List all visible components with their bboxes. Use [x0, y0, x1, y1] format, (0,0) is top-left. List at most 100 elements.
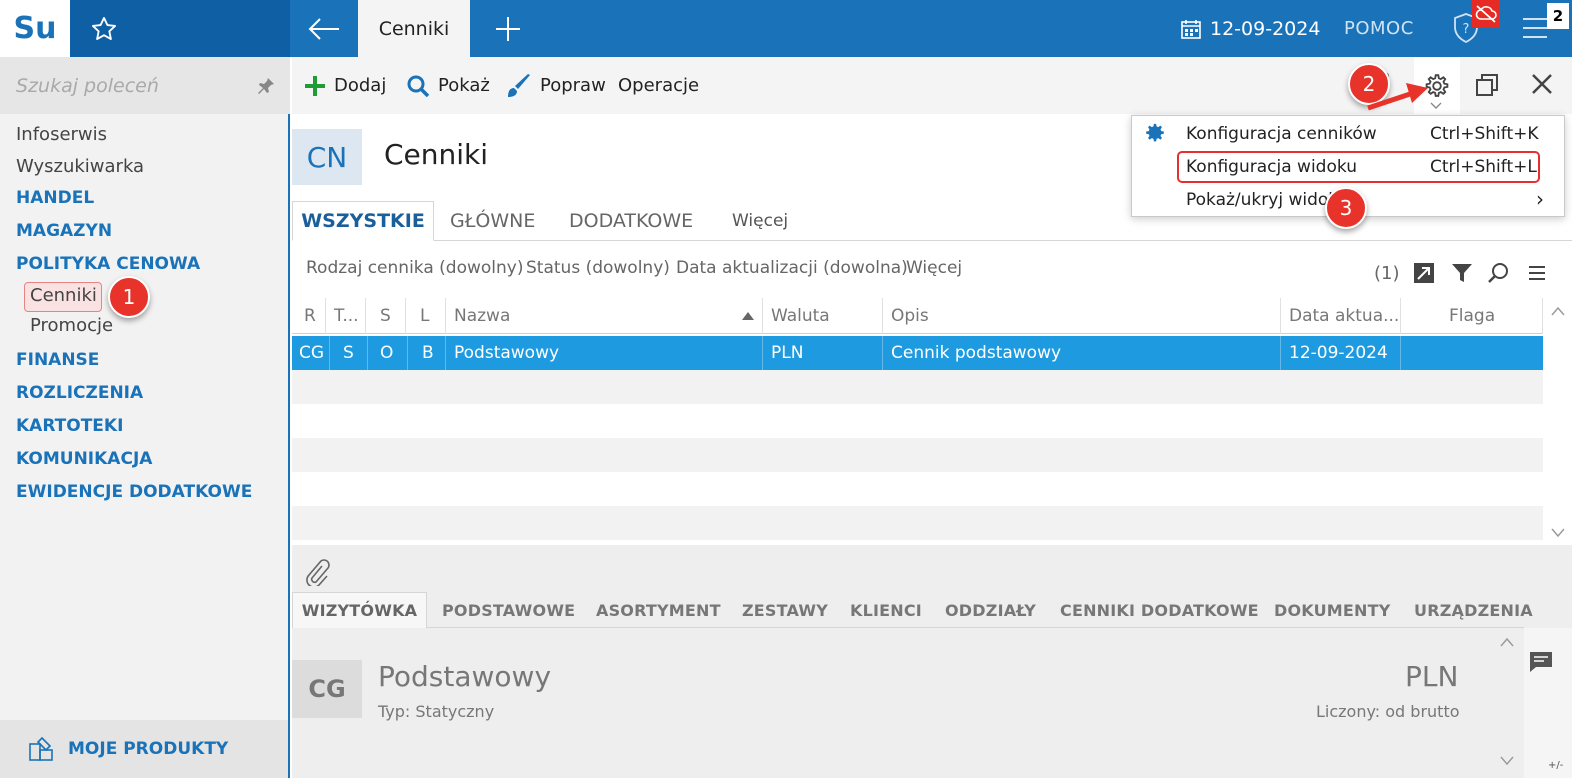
restore-window-icon[interactable]	[1470, 70, 1504, 100]
app-logo[interactable]: Su	[0, 0, 70, 57]
operations-label: Operacje	[618, 75, 700, 96]
tab-glowne[interactable]: GŁÓWNE	[450, 201, 535, 241]
column-header-t[interactable]: T...	[326, 298, 366, 334]
tab-wiecej[interactable]: Więcej	[732, 201, 788, 241]
cloud-off-icon[interactable]	[1472, 0, 1500, 28]
sidebar-section-rozliczenia[interactable]: ROZLICZENIA	[16, 383, 143, 403]
shortcut-ctrl-shift-k: Ctrl+Shift+K	[1430, 124, 1539, 144]
export-icon[interactable]	[1413, 262, 1435, 284]
cell-l: B	[408, 336, 446, 370]
edit-button[interactable]: Popraw	[506, 57, 606, 114]
sidebar-item-promocje[interactable]: Promocje	[30, 315, 113, 336]
new-tab-button[interactable]	[470, 0, 546, 57]
cell-waluta: PLN	[763, 336, 883, 370]
tab-wizytowka[interactable]: WIZYTÓWKA	[292, 592, 427, 628]
filter-icon[interactable]	[1451, 262, 1473, 284]
sidebar-section-polityka-cenowa[interactable]: POLITYKA CENOWA	[16, 254, 200, 274]
column-header-nazwa-label: Nazwa	[454, 306, 511, 326]
sidebar-section-magazyn[interactable]: MAGAZYN	[16, 221, 112, 241]
tab-zestawy[interactable]: ZESTAWY	[742, 592, 828, 628]
empty-row	[292, 438, 1543, 472]
column-header-data[interactable]: Data aktua...	[1281, 298, 1401, 334]
column-header-l[interactable]: L	[406, 298, 446, 334]
column-header-flaga[interactable]: Flaga	[1401, 298, 1543, 334]
my-products-button[interactable]: MOJE PRODUKTY	[0, 720, 288, 778]
column-header-opis[interactable]: Opis	[883, 298, 1281, 334]
back-button[interactable]	[290, 0, 358, 57]
menu-item-konfiguracja-cennikow[interactable]: Konfiguracja cenników	[1186, 124, 1377, 144]
filter-data[interactable]: Data aktualizacji (dowolna)	[676, 258, 908, 278]
scroll-up-icon[interactable]	[1551, 306, 1565, 316]
cell-s: O	[368, 336, 408, 370]
menu-item-pokaz-ukryj-widoki[interactable]: Pokaż/ukryj widoki	[1186, 190, 1343, 210]
sidebar-item-cenniki[interactable]: Cenniki	[30, 285, 97, 306]
tab-dodatkowe[interactable]: DODATKOWE	[569, 201, 693, 241]
date-text: 12-09-2024	[1210, 17, 1321, 40]
list-menu-icon[interactable]	[1528, 265, 1546, 281]
page-title: Cenniki	[384, 138, 489, 171]
paperclip-icon[interactable]	[304, 558, 330, 586]
sidebar-section-kartoteki[interactable]: KARTOTEKI	[16, 416, 123, 436]
sidebar-section-ewidencje-dodatkowe[interactable]: EWIDENCJE DODATKOWE	[16, 482, 252, 502]
sidebar-item-infoserwis[interactable]: Infoserwis	[16, 124, 107, 145]
filter-rodzaj[interactable]: Rodzaj cennika (dowolny)	[306, 258, 523, 278]
date-display[interactable]: 12-09-2024	[1180, 0, 1320, 57]
chevron-down-icon	[1430, 102, 1442, 109]
tab-urzadzenia[interactable]: URZĄDZENIA	[1414, 592, 1533, 628]
sidebar-section-finanse[interactable]: FINANSE	[16, 350, 99, 370]
my-products-label: MOJE PRODUKTY	[68, 739, 229, 759]
gear-icon	[1146, 123, 1164, 142]
brush-icon	[508, 73, 530, 97]
scroll-down-icon[interactable]	[1500, 756, 1514, 766]
filter-status[interactable]: Status (dowolny)	[526, 258, 670, 278]
sort-ascending-icon	[742, 312, 754, 320]
search-icon	[407, 75, 430, 97]
column-header-r[interactable]: R	[296, 298, 326, 334]
sidebar-section-komunikacja[interactable]: KOMUNIKACJA	[16, 449, 152, 469]
comment-icon[interactable]	[1528, 650, 1554, 674]
tab-oddzialy[interactable]: ODDZIAŁY	[945, 592, 1036, 628]
scroll-up-icon[interactable]	[1500, 637, 1514, 647]
products-icon	[29, 736, 53, 761]
show-button[interactable]: Pokaż	[406, 57, 490, 114]
pin-icon[interactable]	[256, 76, 276, 96]
zoom-toggle[interactable]: +/-	[1548, 760, 1563, 771]
tab-dokumenty[interactable]: DOKUMENTY	[1274, 592, 1391, 628]
shortcut-ctrl-shift-l: Ctrl+Shift+L	[1430, 157, 1537, 177]
scroll-down-icon[interactable]	[1551, 528, 1565, 538]
column-header-waluta[interactable]: Waluta	[763, 298, 883, 334]
svg-text:?: ?	[1463, 22, 1470, 37]
card-currency: PLN	[1405, 660, 1459, 693]
menu-icon[interactable]	[1520, 14, 1550, 42]
command-search-input[interactable]: Szukaj poleceń	[0, 57, 290, 114]
tab-cenniki-dodatkowe[interactable]: CENNIKI DODATKOWE	[1060, 592, 1259, 628]
operations-button[interactable]: Operacje	[618, 57, 699, 114]
sidebar-item-wyszukiwarka[interactable]: Wyszukiwarka	[16, 156, 144, 177]
tab-cenniki[interactable]: Cenniki	[358, 0, 470, 57]
add-label: Dodaj	[334, 75, 387, 96]
filter-wiecej[interactable]: Więcej	[906, 258, 962, 278]
edit-label: Popraw	[540, 75, 606, 96]
close-icon[interactable]	[1526, 68, 1558, 100]
menu-item-konfiguracja-widoku[interactable]: Konfiguracja widoku	[1186, 157, 1357, 177]
favorites-button[interactable]	[70, 0, 290, 57]
cell-data: 12-09-2024	[1281, 336, 1401, 370]
tab-klienci[interactable]: KLIENCI	[850, 592, 922, 628]
tab-asortyment[interactable]: ASORTYMENT	[596, 592, 721, 628]
search-icon[interactable]	[1488, 262, 1510, 284]
column-header-nazwa[interactable]: Nazwa	[446, 298, 763, 334]
empty-row	[292, 506, 1543, 540]
sidebar-section-handel[interactable]: HANDEL	[16, 188, 94, 208]
add-button[interactable]: Dodaj	[304, 57, 386, 114]
tab-wszystkie[interactable]: WSZYSTKIE	[292, 201, 434, 241]
record-count: (1)	[1374, 263, 1400, 284]
calendar-icon	[1181, 19, 1201, 39]
column-header-s[interactable]: S	[366, 298, 406, 334]
show-label: Pokaż	[438, 75, 490, 96]
help-link[interactable]: POMOC	[1344, 0, 1414, 57]
plus-icon	[305, 75, 325, 96]
card-calc: Liczony: od brutto	[1316, 702, 1460, 721]
module-code-badge: CN	[292, 129, 362, 185]
cell-t: S	[330, 336, 368, 370]
tab-podstawowe[interactable]: PODSTAWOWE	[442, 592, 575, 628]
